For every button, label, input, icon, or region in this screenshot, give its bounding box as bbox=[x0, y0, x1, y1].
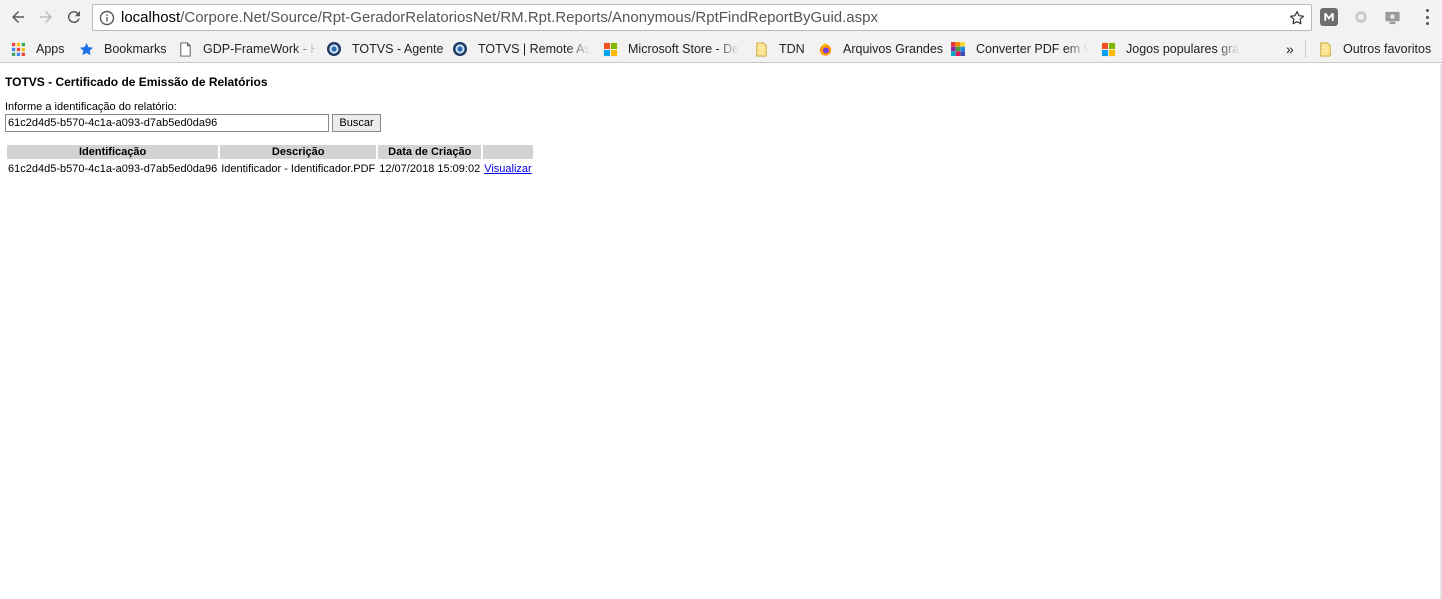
star-icon bbox=[78, 41, 94, 57]
microsoft-icon bbox=[1100, 41, 1116, 57]
results-table: Identificação Descrição Data de Criação … bbox=[5, 143, 535, 179]
column-header-data-criacao: Data de Criação bbox=[378, 145, 482, 159]
bookmark-bookmarks[interactable]: Bookmarks bbox=[78, 39, 167, 59]
bookmark-label: Jogos populares grat bbox=[1126, 42, 1240, 56]
table-header-row: Identificação Descrição Data de Criação bbox=[7, 145, 533, 159]
folder-icon bbox=[1317, 41, 1333, 57]
extension-circle-icon[interactable] bbox=[1352, 8, 1370, 26]
apps-grid-icon bbox=[10, 41, 26, 57]
url-path: /Corpore.Net/Source/Rpt-GeradorRelatorio… bbox=[180, 9, 878, 26]
bookmarks-divider bbox=[1305, 40, 1306, 58]
bookmark-label: Bookmarks bbox=[104, 42, 167, 56]
firefox-icon bbox=[817, 41, 833, 57]
bookmark-converter-pdf[interactable]: Converter PDF em W bbox=[950, 39, 1088, 59]
cell-identificacao: 61c2d4d5-b570-4c1a-a093-d7ab5ed0da96 bbox=[8, 163, 218, 175]
page-content: TOTVS - Certificado de Emissão de Relató… bbox=[0, 64, 1442, 599]
page-icon bbox=[177, 41, 193, 57]
forward-arrow-icon[interactable] bbox=[34, 5, 58, 29]
bookmark-apps[interactable]: Apps bbox=[10, 39, 65, 59]
bookmark-label: GDP-FrameWork - H bbox=[203, 42, 317, 56]
cell-data-criacao: 12/07/2018 15:09:02 bbox=[379, 163, 481, 175]
menu-dots-icon[interactable] bbox=[1424, 9, 1430, 25]
bookmark-arquivos-grandes[interactable]: Arquivos Grandes bbox=[817, 39, 943, 59]
folder-icon bbox=[753, 41, 769, 57]
browser-toolbar: localhost/Corpore.Net/Source/Rpt-Gerador… bbox=[0, 0, 1442, 35]
bookmark-label: Apps bbox=[36, 42, 65, 56]
search-button[interactable]: Buscar bbox=[332, 114, 381, 132]
guid-input[interactable] bbox=[5, 114, 329, 132]
address-bar[interactable]: localhost/Corpore.Net/Source/Rpt-Gerador… bbox=[92, 4, 1312, 31]
column-header-descricao: Descrição bbox=[220, 145, 377, 159]
url-text: localhost/Corpore.Net/Source/Rpt-Gerador… bbox=[121, 9, 878, 26]
bookmark-totvs-remote[interactable]: TOTVS | Remote Ass bbox=[452, 39, 590, 59]
microsoft-icon bbox=[602, 41, 618, 57]
bookmarks-overflow-chevron[interactable]: » bbox=[1286, 39, 1294, 59]
page-title: TOTVS - Certificado de Emissão de Relató… bbox=[5, 75, 268, 89]
bookmark-label: Converter PDF em W bbox=[976, 42, 1088, 56]
globe-icon bbox=[326, 41, 342, 57]
bookmark-label: Arquivos Grandes bbox=[843, 42, 944, 56]
url-host: localhost bbox=[121, 9, 181, 26]
colorful-grid-icon bbox=[950, 41, 966, 57]
star-icon[interactable] bbox=[1287, 8, 1307, 28]
back-arrow-icon[interactable] bbox=[6, 5, 30, 29]
bookmark-outros-favoritos[interactable]: Outros favoritos bbox=[1317, 39, 1431, 59]
info-icon[interactable] bbox=[99, 10, 115, 26]
bookmark-label: Outros favoritos bbox=[1343, 42, 1432, 56]
bookmark-label: TOTVS | Remote Ass bbox=[478, 42, 590, 56]
bookmark-label: Microsoft Store - De bbox=[628, 42, 740, 56]
bookmark-microsoft-store[interactable]: Microsoft Store - De bbox=[602, 39, 744, 59]
bookmark-totvs-agente[interactable]: TOTVS - Agente bbox=[326, 39, 443, 59]
cell-actions: Visualizar bbox=[483, 161, 533, 177]
bookmark-tdn[interactable]: TDN bbox=[753, 39, 805, 59]
reload-icon[interactable] bbox=[62, 5, 86, 29]
bookmark-label: TDN bbox=[779, 42, 805, 56]
cell-descricao: Identificador - Identificador.PDF bbox=[221, 163, 376, 175]
globe-icon bbox=[452, 41, 468, 57]
bookmarks-bar: Apps Bookmarks GDP-FrameWork - H TOTVS -… bbox=[0, 35, 1442, 63]
bookmark-jogos-populares[interactable]: Jogos populares grat bbox=[1100, 39, 1240, 59]
column-header-identificacao: Identificação bbox=[7, 145, 219, 159]
extension-screen-icon[interactable] bbox=[1383, 8, 1401, 26]
visualizar-link[interactable]: Visualizar bbox=[484, 163, 532, 175]
column-header-actions bbox=[483, 145, 533, 159]
guid-prompt-label: Informe a identificação do relatório: bbox=[5, 101, 177, 113]
extension-m-icon[interactable] bbox=[1320, 8, 1338, 26]
bookmark-gdp-framework[interactable]: GDP-FrameWork - H bbox=[177, 39, 317, 59]
table-row: 61c2d4d5-b570-4c1a-a093-d7ab5ed0da96 Ide… bbox=[7, 161, 533, 177]
bookmark-label: TOTVS - Agente bbox=[352, 42, 444, 56]
